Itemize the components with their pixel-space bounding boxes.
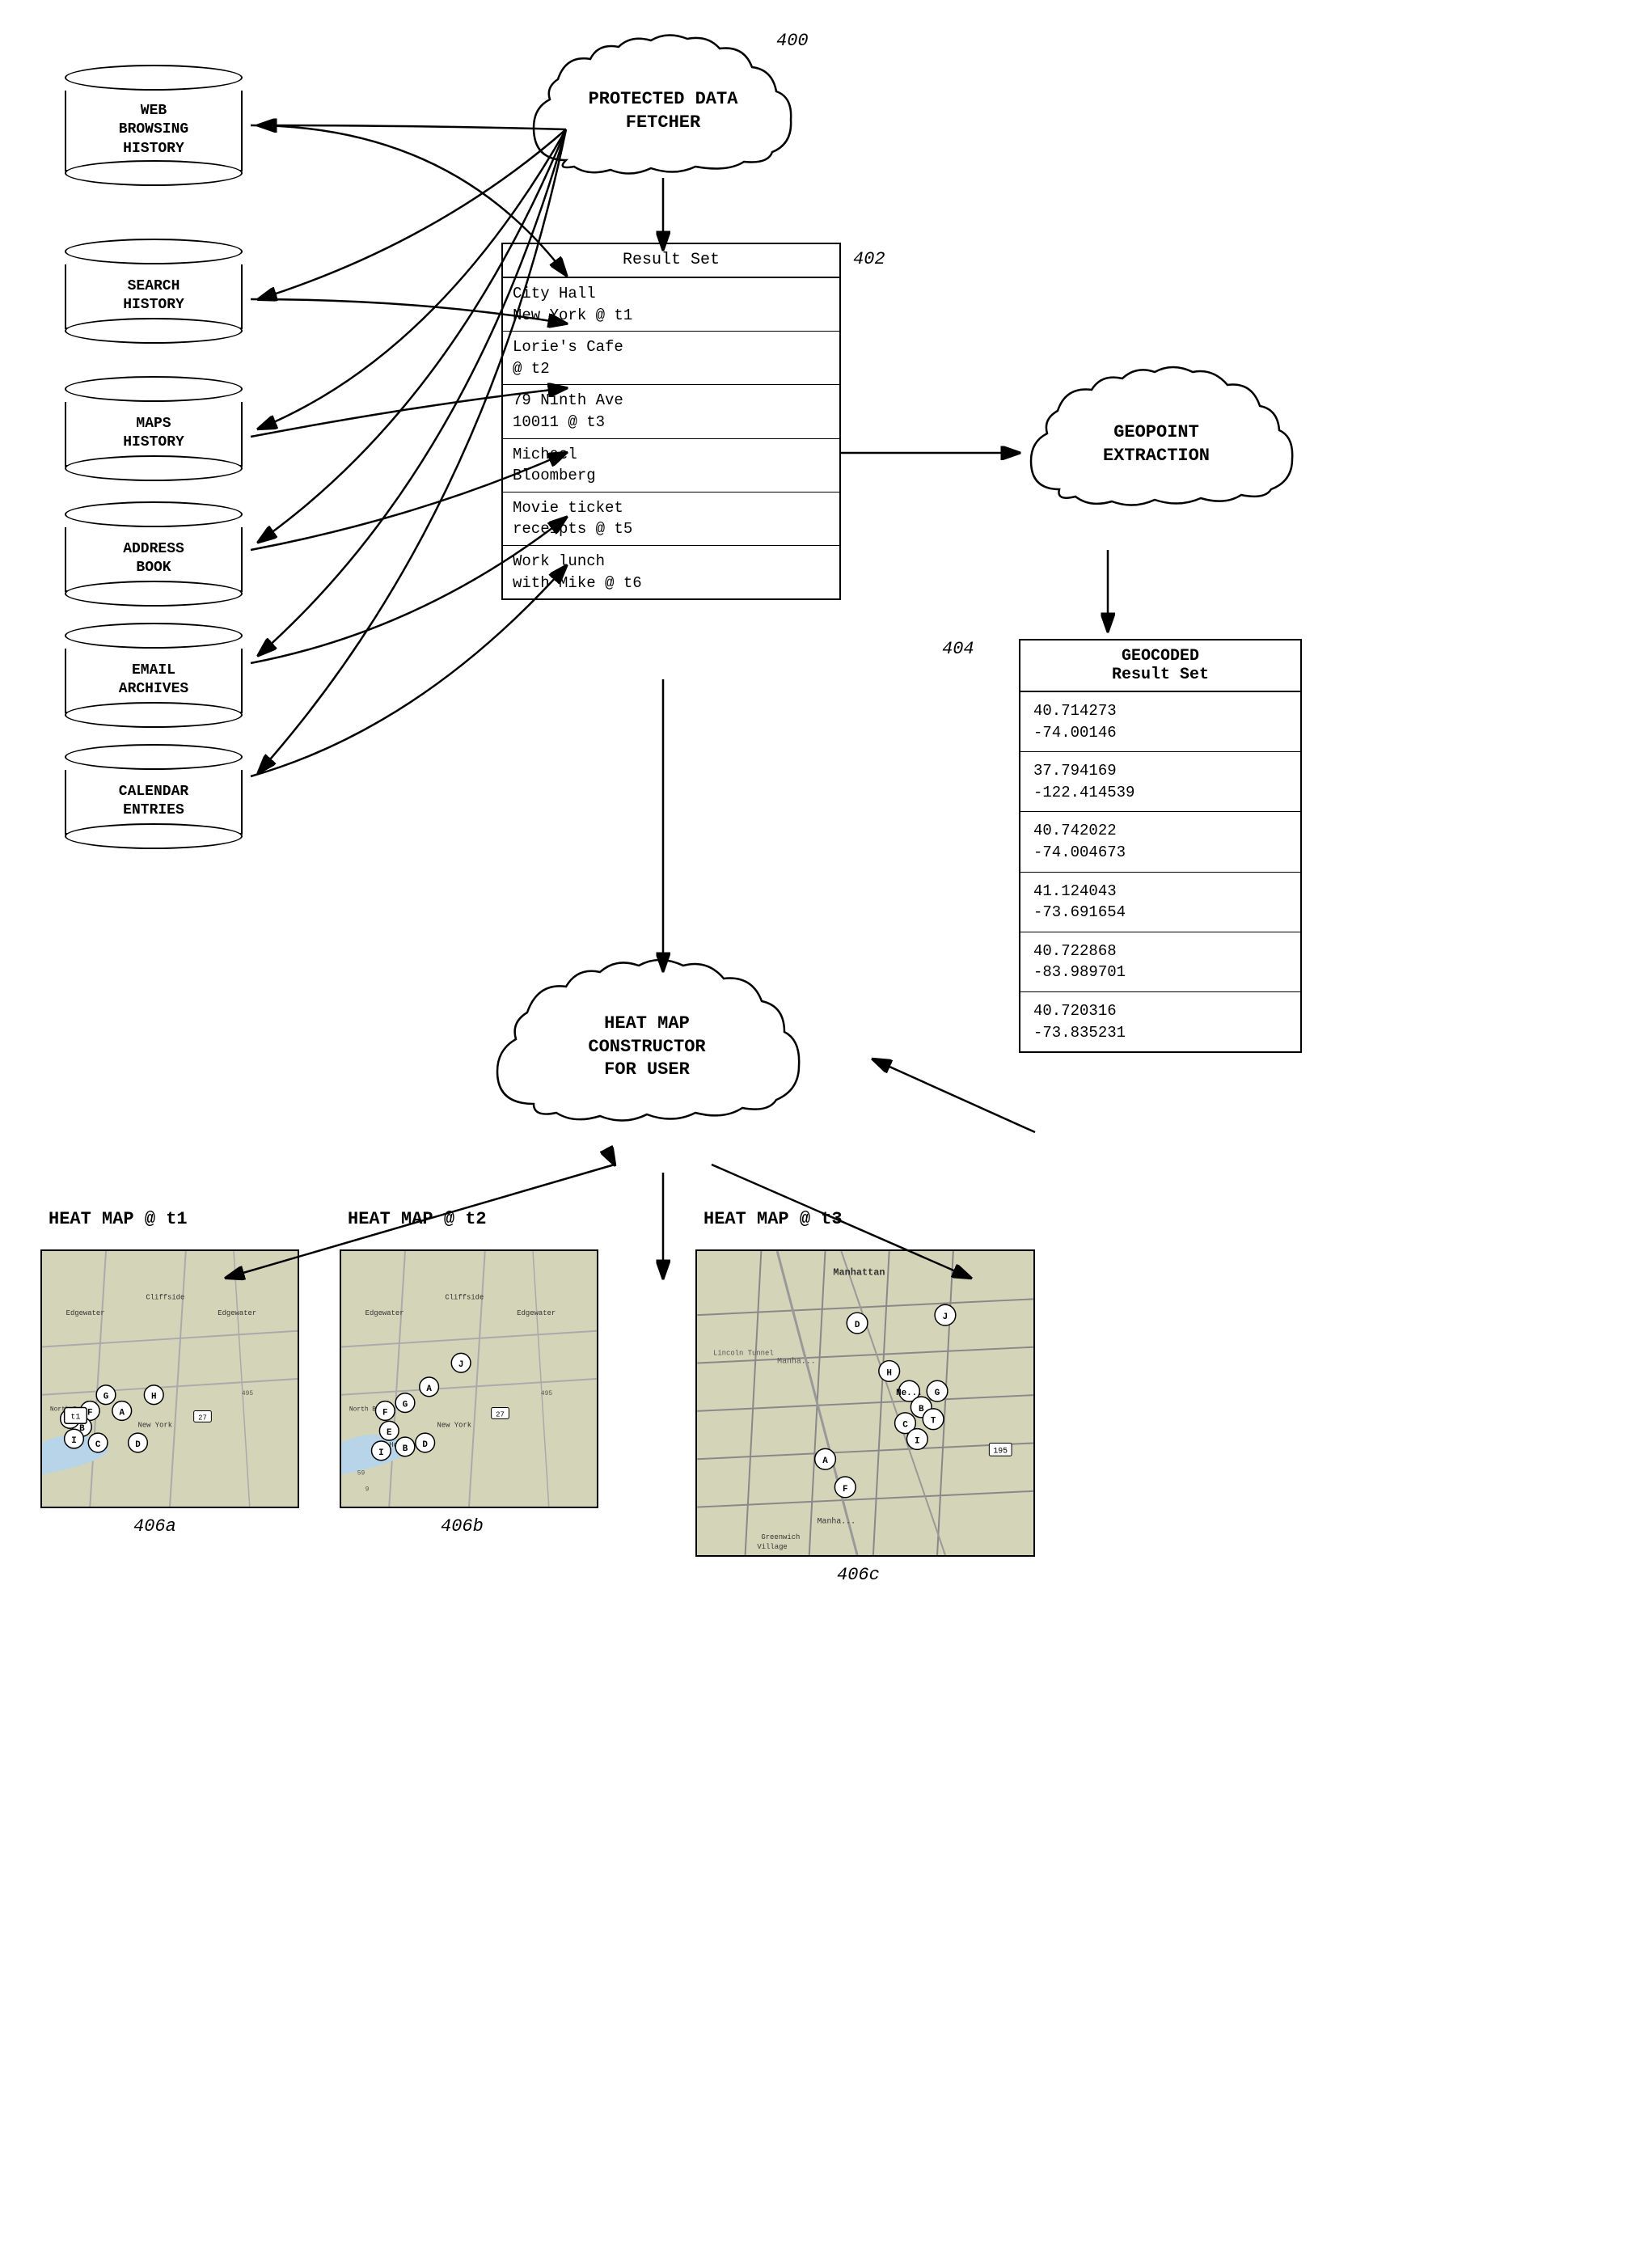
svg-text:Edgewater: Edgewater (218, 1309, 256, 1317)
svg-text:27: 27 (198, 1414, 207, 1422)
svg-text:A: A (426, 1384, 432, 1394)
heatmap-t2-label: HEAT MAP @ t2 (348, 1209, 487, 1229)
protected-data-fetcher-label: PROTECTED DATA FETCHER (589, 88, 738, 134)
db-calendar-entries: CALENDAR ENTRIES (65, 744, 243, 849)
geo-item-2: 37.794169-122.414539 (1020, 752, 1300, 812)
svg-text:B: B (919, 1405, 924, 1414)
geo-item-1: 40.714273-74.00146 (1020, 692, 1300, 752)
result-item-3: 79 Ninth Ave10011 @ t3 (503, 385, 839, 438)
ref-406b: 406b (441, 1516, 484, 1537)
svg-text:Greenwich: Greenwich (761, 1533, 800, 1541)
svg-text:Edgewater: Edgewater (517, 1309, 556, 1317)
heatmap-t2-thumbnail: Edgewater Cliffside Edgewater North Berg… (340, 1249, 598, 1508)
svg-text:J: J (458, 1360, 464, 1370)
geocoded-title: GEOCODEDResult Set (1020, 640, 1300, 692)
diagram-container: 400 PROTECTED DATA FETCHER WEB BROWSING … (0, 0, 1652, 2249)
svg-text:Edgewater: Edgewater (66, 1309, 105, 1317)
svg-text:Manha...: Manha... (777, 1357, 815, 1366)
heatmap-t3-thumbnail: Manhattan Lincoln Tunnel Manha... Greenw… (695, 1249, 1035, 1557)
result-item-5: Movie ticketreceipts @ t5 (503, 492, 839, 546)
result-set-title: Result Set (503, 244, 839, 278)
svg-text:9: 9 (365, 1486, 370, 1493)
svg-text:D: D (135, 1440, 141, 1450)
svg-text:Village: Village (757, 1543, 787, 1551)
svg-text:I: I (71, 1436, 77, 1446)
svg-text:G: G (403, 1401, 408, 1410)
db-email-archives: EMAIL ARCHIVES (65, 623, 243, 728)
svg-text:27: 27 (496, 1410, 505, 1418)
svg-text:t1: t1 (71, 1412, 81, 1421)
svg-text:C: C (902, 1421, 908, 1431)
heatmap-t1-thumbnail: Edgewater Cliffside Edgewater North Berg… (40, 1249, 299, 1508)
svg-text:Cliffside: Cliffside (146, 1293, 184, 1301)
db-search-history: SEARCH HISTORY (65, 239, 243, 344)
svg-text:B: B (403, 1444, 408, 1454)
db-address-book: ADDRESS BOOK (65, 501, 243, 607)
ref-404: 404 (942, 639, 974, 659)
ref-402: 402 (853, 249, 885, 269)
svg-text:J: J (943, 1313, 949, 1322)
svg-text:I: I (378, 1448, 384, 1458)
geocoded-result-set-box: GEOCODEDResult Set 40.714273-74.00146 37… (1019, 639, 1302, 1053)
result-set-box: Result Set City HallNew York @ t1 Lorie'… (501, 243, 841, 600)
heatmap-constructor-label: HEAT MAP CONSTRUCTOR FOR USER (588, 1012, 705, 1082)
geo-item-6: 40.720316-73.835231 (1020, 992, 1300, 1051)
svg-text:C: C (95, 1440, 101, 1450)
svg-text:F: F (843, 1485, 848, 1494)
svg-text:Edgewater: Edgewater (365, 1309, 404, 1317)
svg-text:A: A (822, 1456, 828, 1466)
svg-text:D: D (855, 1321, 860, 1330)
cloud-protected-data-fetcher: PROTECTED DATA FETCHER (501, 31, 825, 192)
heatmap-t1-label: HEAT MAP @ t1 (49, 1209, 188, 1229)
svg-text:Manha...: Manha... (818, 1516, 856, 1525)
db-maps-history: MAPS HISTORY (65, 376, 243, 481)
svg-text:59: 59 (357, 1470, 365, 1477)
svg-text:G: G (935, 1389, 940, 1398)
result-item-2: Lorie's Cafe@ t2 (503, 332, 839, 385)
geo-item-4: 41.124043-73.691654 (1020, 873, 1300, 932)
svg-text:495: 495 (242, 1390, 253, 1397)
svg-text:F: F (382, 1408, 388, 1418)
svg-text:T: T (931, 1417, 936, 1427)
svg-text:I: I (915, 1436, 920, 1446)
svg-text:Cliffside: Cliffside (445, 1293, 484, 1301)
svg-text:195: 195 (993, 1446, 1008, 1455)
svg-text:New York: New York (138, 1421, 173, 1429)
svg-text:H: H (886, 1368, 892, 1378)
svg-text:Manhattan: Manhattan (833, 1267, 885, 1279)
ref-406c: 406c (837, 1565, 880, 1585)
result-item-6: Work lunchwith Mike @ t6 (503, 546, 839, 598)
geopoint-extraction-label: GEOPOINT EXTRACTION (1103, 421, 1210, 467)
svg-text:H: H (151, 1393, 157, 1402)
ref-406a: 406a (133, 1516, 176, 1537)
heatmap-t3-label: HEAT MAP @ t3 (703, 1209, 843, 1229)
result-item-4: MichaelBloomberg (503, 439, 839, 492)
svg-text:G: G (104, 1393, 109, 1402)
svg-text:F: F (87, 1408, 93, 1418)
geo-item-5: 40.722868-83.989701 (1020, 932, 1300, 992)
svg-text:A: A (119, 1408, 125, 1418)
svg-text:D: D (422, 1440, 428, 1450)
result-item-1: City HallNew York @ t1 (503, 278, 839, 332)
geo-item-3: 40.742022-74.004673 (1020, 812, 1300, 872)
svg-text:495: 495 (541, 1390, 552, 1397)
svg-text:Lincoln Tunnel: Lincoln Tunnel (713, 1350, 774, 1358)
db-web-browsing-history: WEB BROWSING HISTORY (65, 65, 243, 186)
cloud-heatmap-constructor: HEAT MAP CONSTRUCTOR FOR USER (469, 954, 825, 1140)
cloud-geopoint-extraction: GEOPOINT EXTRACTION (1011, 364, 1302, 526)
svg-text:New York: New York (437, 1421, 472, 1429)
svg-text:E: E (387, 1428, 392, 1438)
